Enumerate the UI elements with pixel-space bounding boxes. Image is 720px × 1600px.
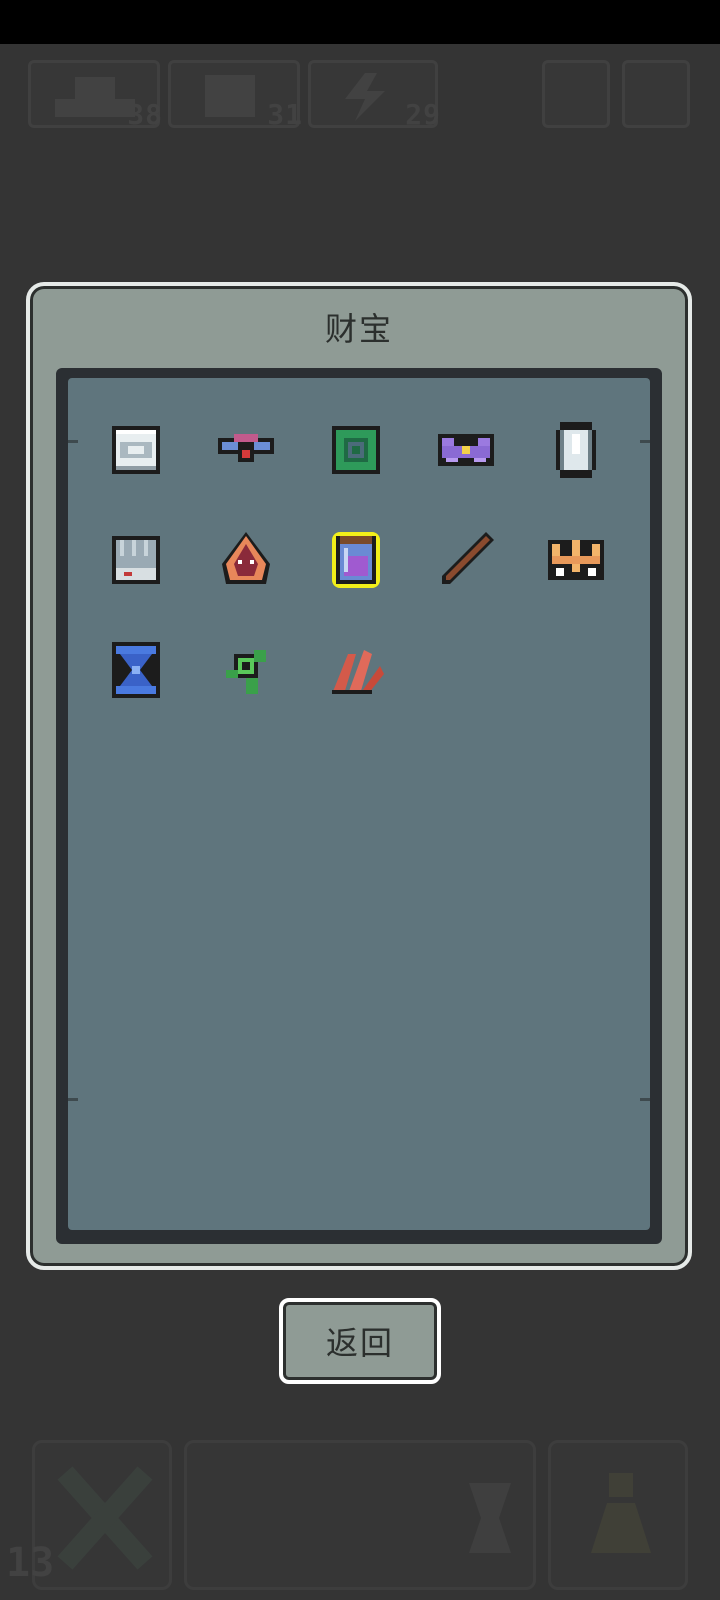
character-icon xyxy=(591,1473,651,1553)
stat-kills: 38 xyxy=(28,60,163,131)
frame-notch xyxy=(640,1098,650,1101)
gauntlet-treasure-icon[interactable] xyxy=(104,528,168,592)
treasure-grid xyxy=(68,378,650,1230)
purple-crown-treasure-icon[interactable] xyxy=(434,418,498,482)
settings-button xyxy=(622,60,690,128)
red-hood-treasure-icon[interactable] xyxy=(214,528,278,592)
green-herb-treasure-icon[interactable] xyxy=(214,638,278,702)
treasure-panel: 财宝 xyxy=(26,282,692,1270)
red-feather-treasure-icon[interactable] xyxy=(324,638,388,702)
stat-scrolls-value: 31 xyxy=(267,98,303,131)
frame-notch xyxy=(640,440,650,443)
scroll-treasure-icon[interactable] xyxy=(104,418,168,482)
frame-notch xyxy=(68,1098,78,1101)
golden-crown-treasure-icon[interactable] xyxy=(544,528,608,592)
action-bar xyxy=(184,1440,536,1590)
potion-jar-treasure-icon[interactable] xyxy=(324,528,388,592)
hourglass-treasure-icon[interactable] xyxy=(104,638,168,702)
mirror-treasure-icon[interactable] xyxy=(544,418,608,482)
wooden-stick-treasure-icon[interactable] xyxy=(434,528,498,592)
character-slot xyxy=(548,1440,688,1590)
crossed-swords-icon xyxy=(57,1466,153,1570)
stat-energy-value: 29 xyxy=(405,98,441,131)
back-button[interactable]: 返回 xyxy=(279,1298,441,1384)
menu-button xyxy=(542,60,610,128)
frame-notch xyxy=(68,440,78,443)
stat-scrolls: 31 xyxy=(168,60,303,131)
stat-kills-value: 38 xyxy=(127,98,163,131)
stat-energy: 29 xyxy=(308,60,441,131)
hourglass-icon xyxy=(469,1483,511,1553)
amulet-treasure-icon[interactable] xyxy=(214,418,278,482)
green-tome-treasure-icon[interactable] xyxy=(324,418,388,482)
treasure-grid-frame xyxy=(56,368,662,1244)
panel-title: 财宝 xyxy=(324,310,393,348)
hp-value: 13 xyxy=(6,1540,55,1586)
